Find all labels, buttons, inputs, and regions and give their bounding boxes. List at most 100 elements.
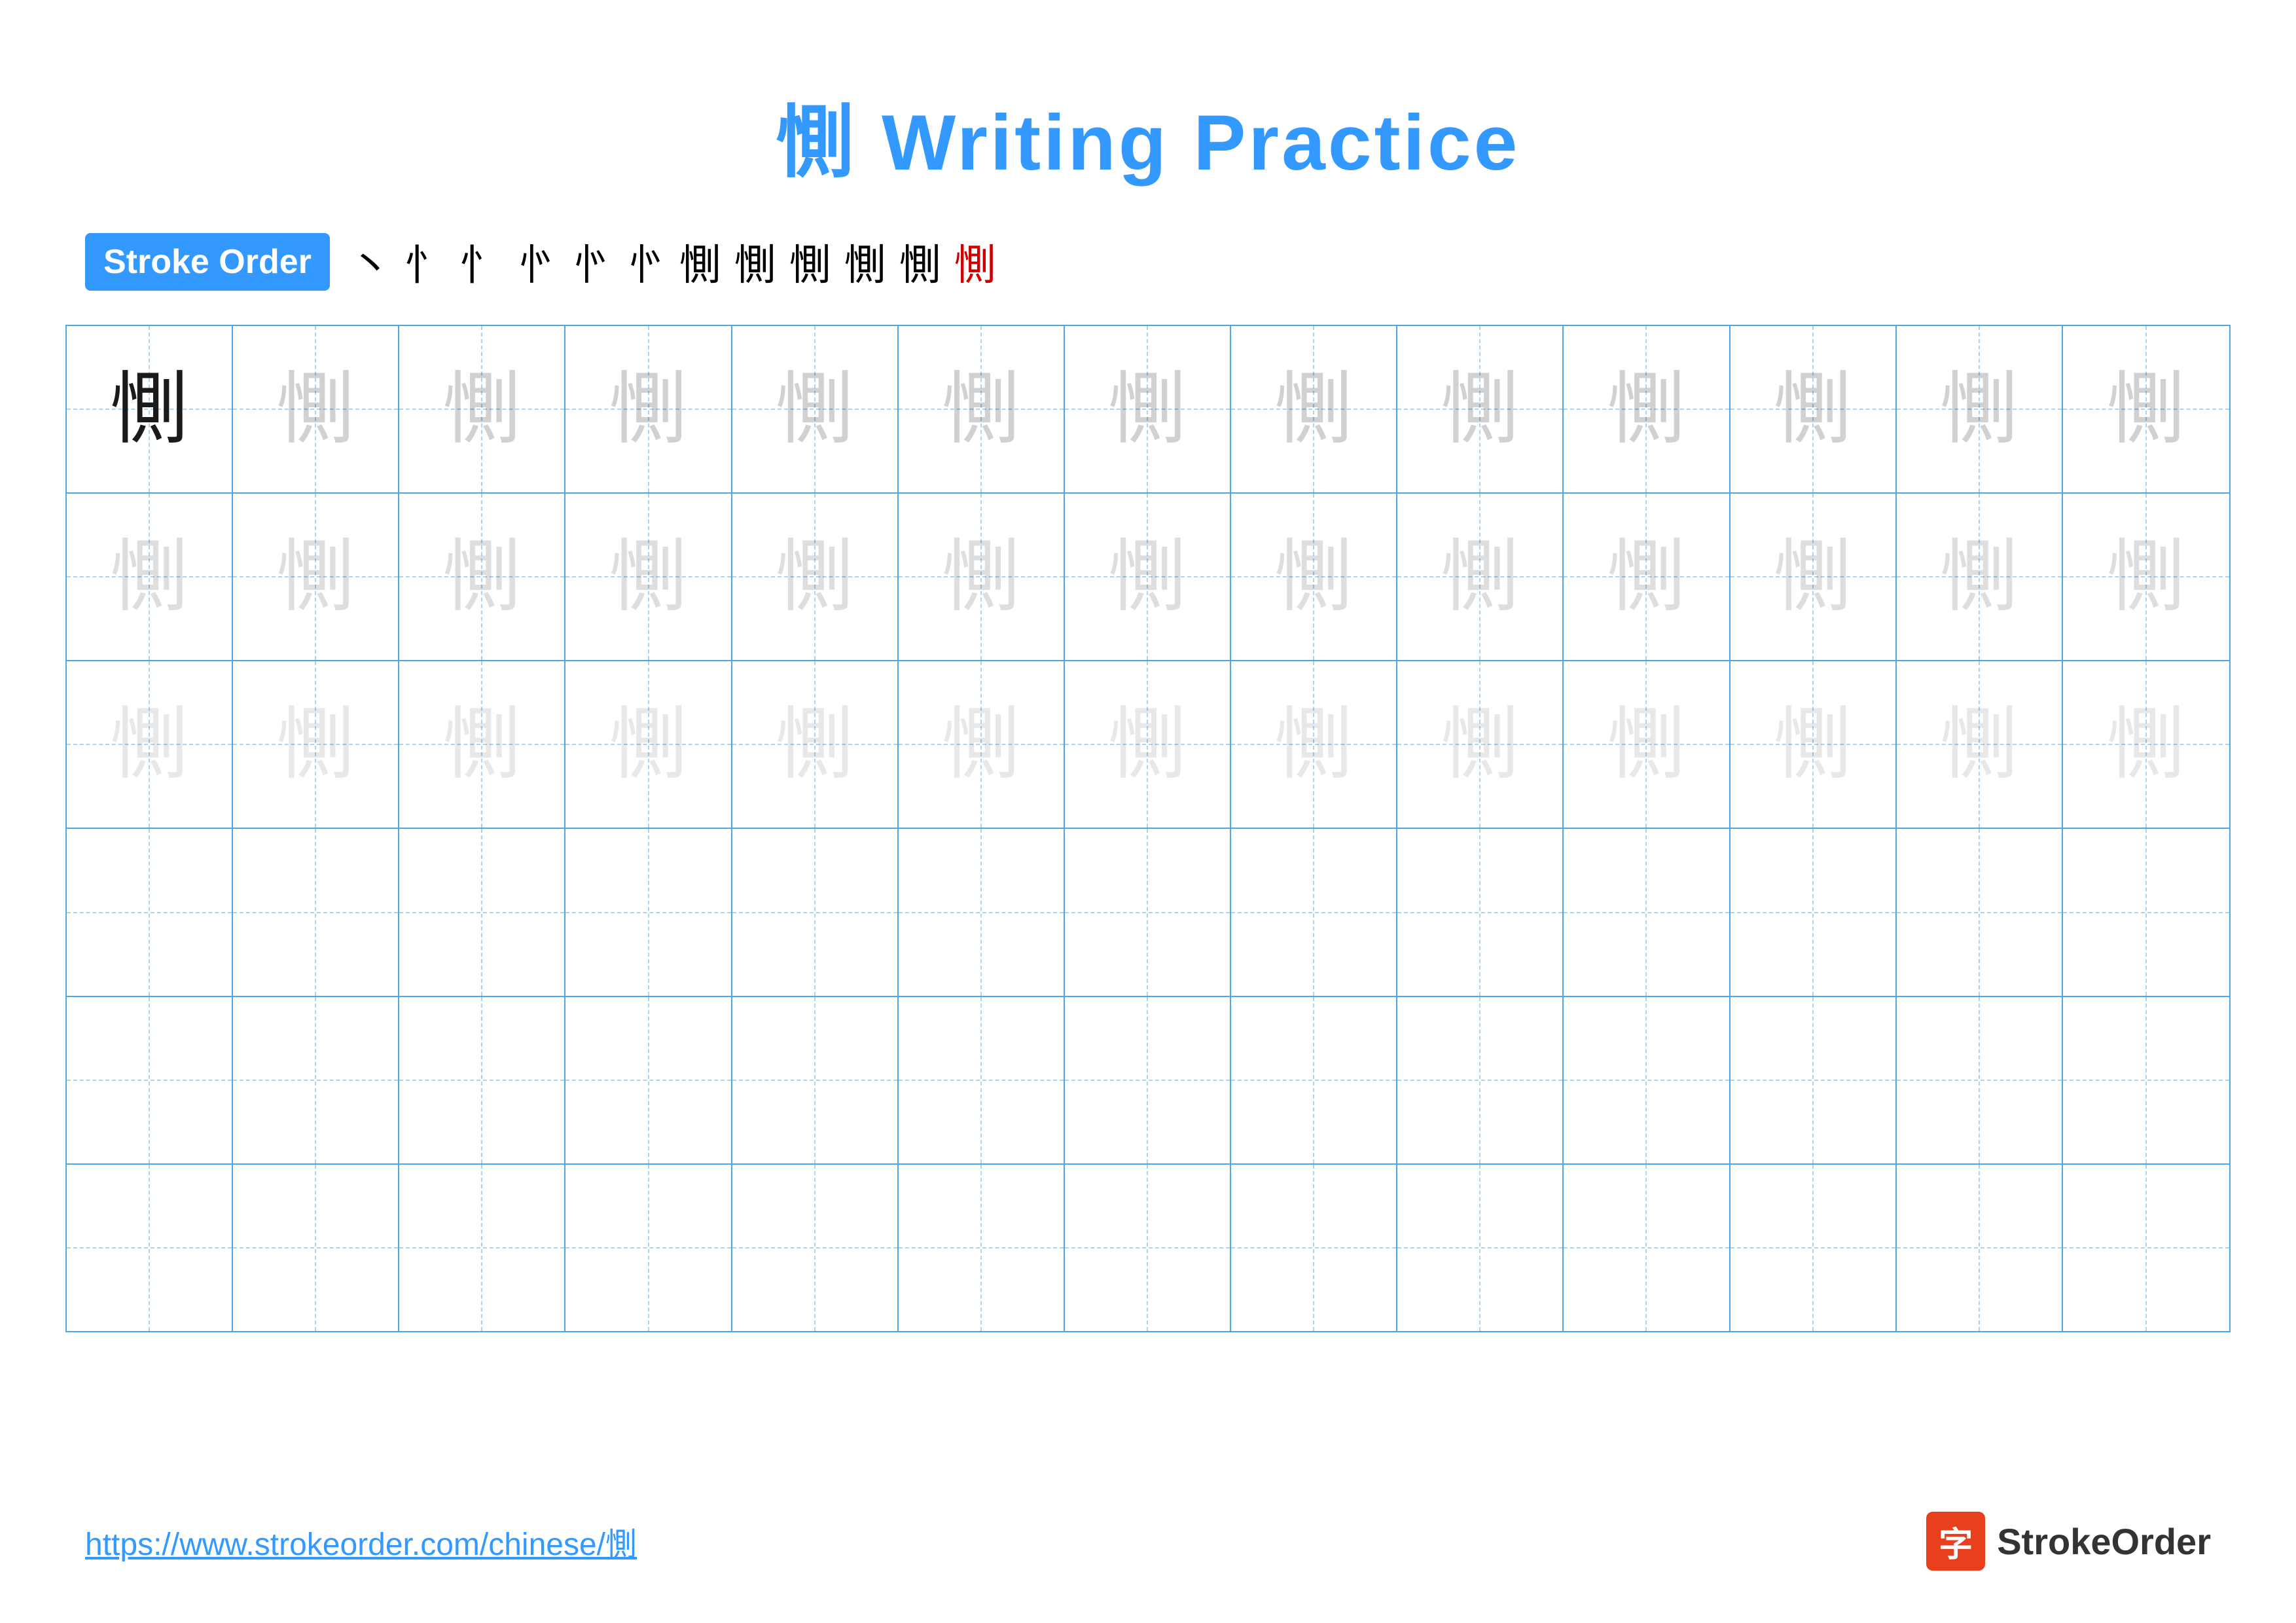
grid-cell-r2c5[interactable]: 惻 [732, 494, 899, 660]
grid-cell-r2c12[interactable]: 惻 [1897, 494, 2063, 660]
grid-cell-r2c13[interactable]: 惻 [2063, 494, 2229, 660]
grid-cell-r1c11[interactable]: 惻 [1731, 326, 1897, 492]
grid-cell-r3c13[interactable]: 惻 [2063, 661, 2229, 828]
grid-cell-r6c13[interactable] [2063, 1165, 2229, 1331]
grid-cell-r5c5[interactable] [732, 997, 899, 1163]
grid-cell-r1c6[interactable]: 惻 [899, 326, 1065, 492]
char-display: 惻 [1274, 705, 1353, 784]
char-display: 惻 [276, 370, 355, 448]
grid-cell-r4c5[interactable] [732, 829, 899, 995]
stroke-order-badge: Stroke Order [85, 233, 330, 291]
grid-cell-r3c10[interactable]: 惻 [1564, 661, 1730, 828]
grid-cell-r3c4[interactable]: 惻 [565, 661, 732, 828]
grid-cell-r2c11[interactable]: 惻 [1731, 494, 1897, 660]
char-display: 惻 [1274, 538, 1353, 616]
grid-cell-r3c8[interactable]: 惻 [1231, 661, 1397, 828]
footer-url[interactable]: https://www.strokeorder.com/chinese/惻 [85, 1518, 637, 1564]
grid-cell-r6c7[interactable] [1065, 1165, 1231, 1331]
grid-cell-r2c2[interactable]: 惻 [233, 494, 399, 660]
char-display: 惻 [110, 705, 188, 784]
grid-cell-r3c7[interactable]: 惻 [1065, 661, 1231, 828]
grid-cell-r2c3[interactable]: 惻 [399, 494, 565, 660]
grid-cell-r4c3[interactable] [399, 829, 565, 995]
grid-cell-r5c8[interactable] [1231, 997, 1397, 1163]
grid-cell-r2c4[interactable]: 惻 [565, 494, 732, 660]
grid-cell-r5c4[interactable] [565, 997, 732, 1163]
grid-cell-r5c13[interactable] [2063, 997, 2229, 1163]
grid-cell-r4c2[interactable] [233, 829, 399, 995]
grid-cell-r1c1[interactable]: 惻 [67, 326, 233, 492]
char-display: 惻 [110, 370, 188, 448]
stroke-5: 㣺 [569, 232, 611, 292]
grid-cell-r1c5[interactable]: 惻 [732, 326, 899, 492]
grid-cell-r5c3[interactable] [399, 997, 565, 1163]
char-display: 惻 [442, 370, 521, 448]
grid-cell-r6c12[interactable] [1897, 1165, 2063, 1331]
grid-cell-r6c11[interactable] [1731, 1165, 1897, 1331]
grid-cell-r5c9[interactable] [1397, 997, 1564, 1163]
grid-cell-r1c13[interactable]: 惻 [2063, 326, 2229, 492]
grid-cell-r1c7[interactable]: 惻 [1065, 326, 1231, 492]
grid-cell-r4c12[interactable] [1897, 829, 2063, 995]
grid-cell-r3c3[interactable]: 惻 [399, 661, 565, 828]
grid-cell-r4c7[interactable] [1065, 829, 1231, 995]
grid-row-3: 惻 惻 惻 惻 惻 惻 惻 惻 惻 惻 惻 惻 [67, 661, 2229, 829]
grid-cell-r6c3[interactable] [399, 1165, 565, 1331]
grid-cell-r1c12[interactable]: 惻 [1897, 326, 2063, 492]
grid-cell-r6c8[interactable] [1231, 1165, 1397, 1331]
grid-cell-r5c12[interactable] [1897, 997, 2063, 1163]
char-display: 惻 [1441, 538, 1519, 616]
grid-cell-r5c1[interactable] [67, 997, 233, 1163]
grid-cell-r4c10[interactable] [1564, 829, 1730, 995]
grid-cell-r1c10[interactable]: 惻 [1564, 326, 1730, 492]
grid-cell-r4c4[interactable] [565, 829, 732, 995]
grid-cell-r2c8[interactable]: 惻 [1231, 494, 1397, 660]
grid-cell-r2c9[interactable]: 惻 [1397, 494, 1564, 660]
grid-cell-r4c1[interactable] [67, 829, 233, 995]
grid-cell-r5c10[interactable] [1564, 997, 1730, 1163]
stroke-1: 丶 [350, 232, 391, 292]
grid-cell-r5c2[interactable] [233, 997, 399, 1163]
grid-cell-r3c11[interactable]: 惻 [1731, 661, 1897, 828]
grid-cell-r4c9[interactable] [1397, 829, 1564, 995]
grid-cell-r3c9[interactable]: 惻 [1397, 661, 1564, 828]
grid-row-1: 惻 惻 惻 惻 惻 惻 惻 惻 惻 惻 惻 惻 [67, 326, 2229, 494]
grid-cell-r2c1[interactable]: 惻 [67, 494, 233, 660]
char-display: 惻 [442, 538, 521, 616]
grid-cell-r4c6[interactable] [899, 829, 1065, 995]
grid-cell-r4c13[interactable] [2063, 829, 2229, 995]
grid-cell-r1c2[interactable]: 惻 [233, 326, 399, 492]
char-display: 惻 [1607, 538, 1685, 616]
grid-cell-r6c9[interactable] [1397, 1165, 1564, 1331]
grid-cell-r1c4[interactable]: 惻 [565, 326, 732, 492]
grid-cell-r3c2[interactable]: 惻 [233, 661, 399, 828]
grid-cell-r2c10[interactable]: 惻 [1564, 494, 1730, 660]
grid-cell-r5c11[interactable] [1731, 997, 1897, 1163]
grid-cell-r5c7[interactable] [1065, 997, 1231, 1163]
grid-cell-r6c4[interactable] [565, 1165, 732, 1331]
grid-cell-r2c7[interactable]: 惻 [1065, 494, 1231, 660]
grid-cell-r4c8[interactable] [1231, 829, 1397, 995]
grid-cell-r1c8[interactable]: 惻 [1231, 326, 1397, 492]
stroke-11: 惻 [899, 232, 941, 292]
grid-cell-r6c5[interactable] [732, 1165, 899, 1331]
grid-cell-r1c3[interactable]: 惻 [399, 326, 565, 492]
char-display: 惻 [1108, 705, 1187, 784]
grid-cell-r3c5[interactable]: 惻 [732, 661, 899, 828]
grid-cell-r3c6[interactable]: 惻 [899, 661, 1065, 828]
grid-cell-r3c1[interactable]: 惻 [67, 661, 233, 828]
stroke-6: 㣺 [624, 232, 666, 292]
grid-cell-r1c9[interactable]: 惻 [1397, 326, 1564, 492]
logo-icon: 字 [1926, 1512, 1985, 1571]
footer-logo: 字 StrokeOrder [1926, 1512, 2211, 1571]
grid-cell-r2c6[interactable]: 惻 [899, 494, 1065, 660]
grid-cell-r5c6[interactable] [899, 997, 1065, 1163]
grid-row-5 [67, 997, 2229, 1165]
grid-cell-r6c2[interactable] [233, 1165, 399, 1331]
grid-cell-r6c6[interactable] [899, 1165, 1065, 1331]
char-display: 惻 [1940, 705, 2018, 784]
grid-cell-r6c10[interactable] [1564, 1165, 1730, 1331]
grid-cell-r6c1[interactable] [67, 1165, 233, 1331]
grid-cell-r4c11[interactable] [1731, 829, 1897, 995]
grid-cell-r3c12[interactable]: 惻 [1897, 661, 2063, 828]
